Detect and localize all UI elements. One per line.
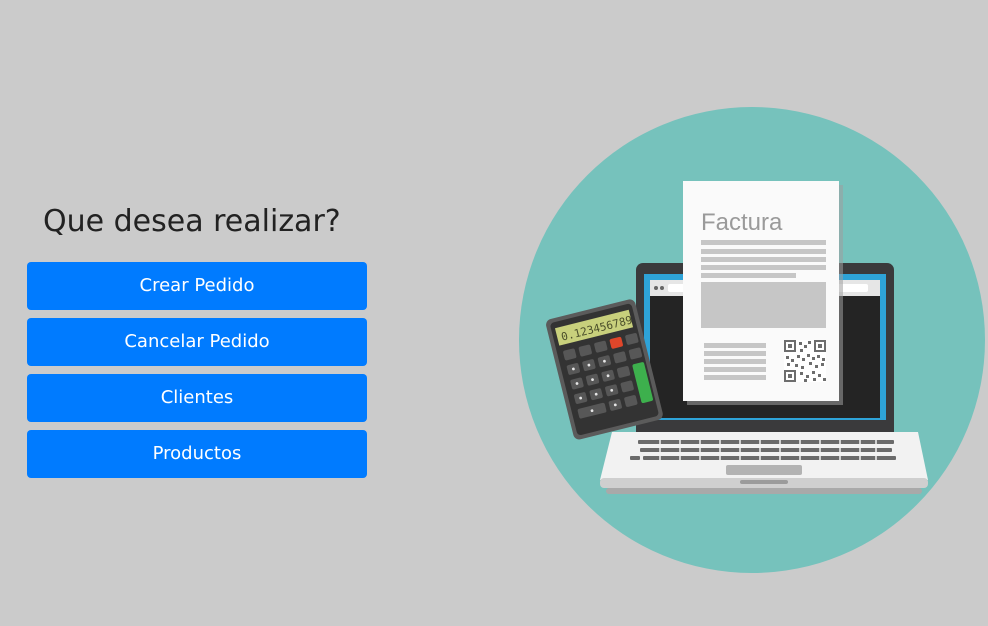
invoice-title: Factura bbox=[701, 209, 783, 236]
clients-button[interactable]: Clientes bbox=[27, 374, 367, 422]
menu-panel: Que desea realizar? Crear Pedido Cancela… bbox=[27, 200, 367, 486]
create-order-button[interactable]: Crear Pedido bbox=[27, 262, 367, 310]
page-title: Que desea realizar? bbox=[43, 204, 341, 239]
invoice-illustration: Factura 0.123456789 bbox=[519, 107, 985, 573]
products-button[interactable]: Productos bbox=[27, 430, 367, 478]
invoice-document-icon: Factura bbox=[683, 181, 843, 405]
qr-code-icon bbox=[784, 340, 826, 382]
cancel-order-button[interactable]: Cancelar Pedido bbox=[27, 318, 367, 366]
